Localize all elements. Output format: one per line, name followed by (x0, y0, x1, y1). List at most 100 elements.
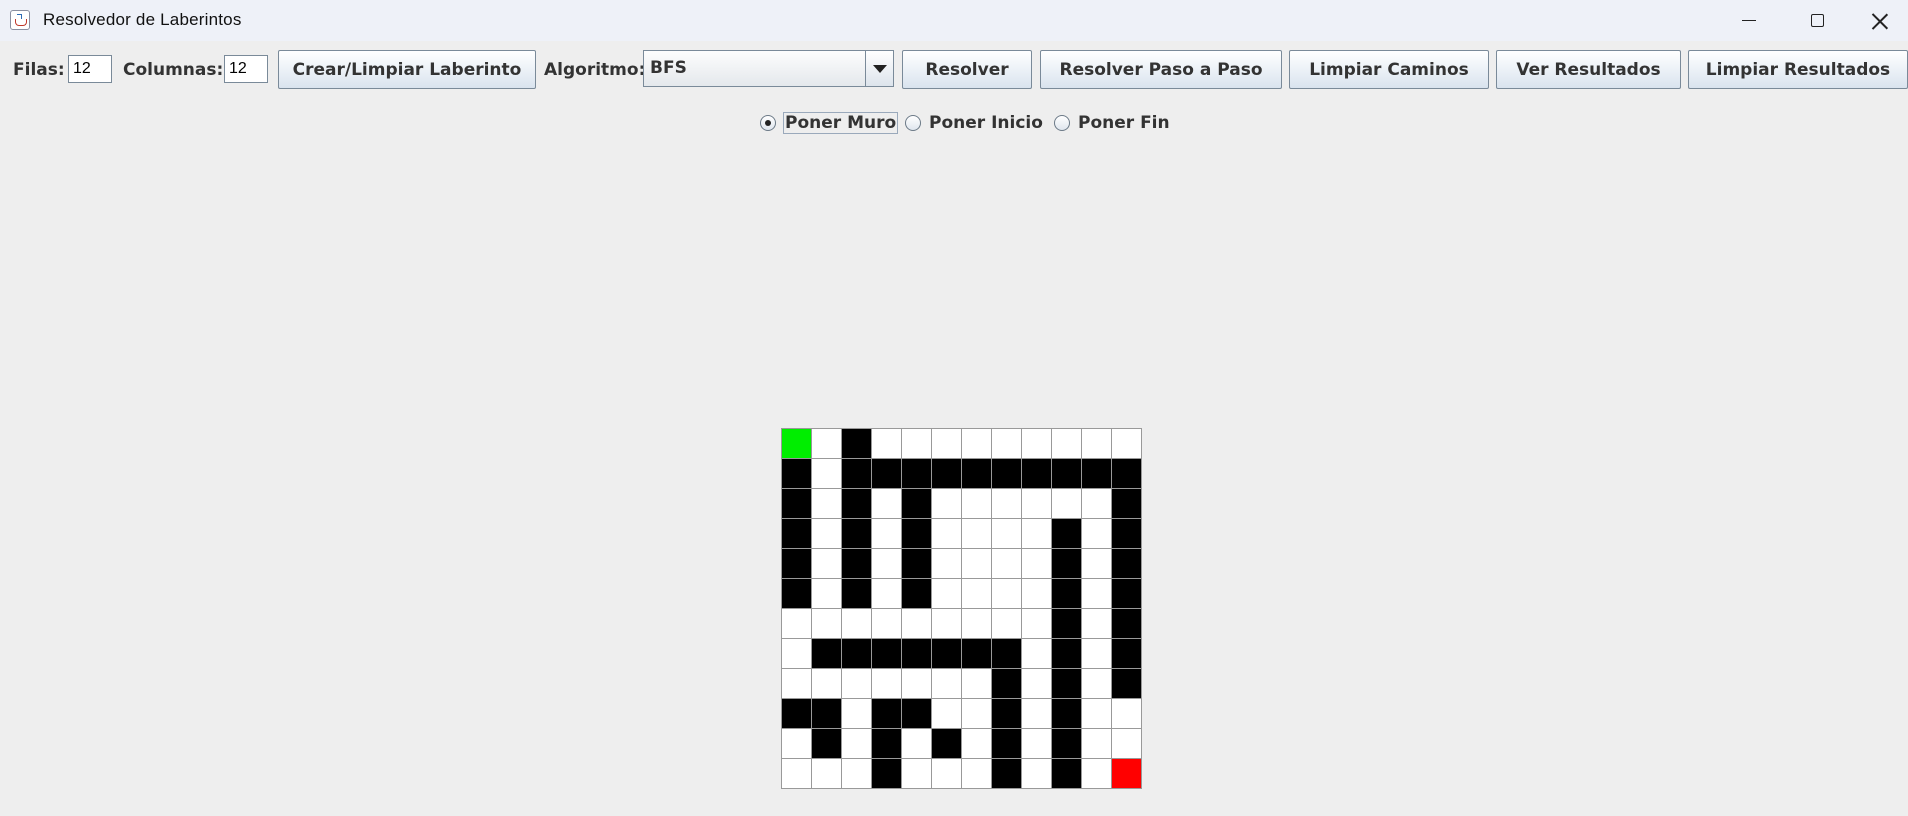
maze-cell-empty[interactable] (1052, 429, 1082, 459)
maze-cell-empty[interactable] (932, 699, 962, 729)
algoritmo-select[interactable]: BFS (643, 50, 894, 87)
limpiar-resultados-button[interactable]: Limpiar Resultados (1688, 50, 1908, 89)
maze-cell-empty[interactable] (1022, 489, 1052, 519)
maze-cell-wall[interactable] (842, 459, 872, 489)
maze-cell-wall[interactable] (932, 459, 962, 489)
maze-cell-empty[interactable] (962, 729, 992, 759)
maze-cell-wall[interactable] (1052, 699, 1082, 729)
maze-cell-empty[interactable] (1112, 729, 1142, 759)
maze-cell-wall[interactable] (1112, 609, 1142, 639)
maze-cell-wall[interactable] (1112, 519, 1142, 549)
maze-cell-empty[interactable] (1022, 519, 1052, 549)
maze-cell-wall[interactable] (902, 699, 932, 729)
maze-cell-wall[interactable] (1022, 459, 1052, 489)
maze-cell-empty[interactable] (962, 609, 992, 639)
maze-cell-wall[interactable] (782, 519, 812, 549)
maze-cell-wall[interactable] (902, 489, 932, 519)
maze-cell-empty[interactable] (872, 429, 902, 459)
maze-cell-wall[interactable] (1112, 579, 1142, 609)
maze-cell-empty[interactable] (1082, 639, 1112, 669)
maze-cell-wall[interactable] (842, 519, 872, 549)
maze-cell-wall[interactable] (992, 639, 1022, 669)
maze-cell-empty[interactable] (872, 549, 902, 579)
radio-poner-fin[interactable]: Poner Fin (1054, 111, 1171, 135)
maze-cell-empty[interactable] (812, 669, 842, 699)
maze-cell-wall[interactable] (932, 729, 962, 759)
maze-cell-empty[interactable] (812, 519, 842, 549)
radio-button[interactable] (1054, 115, 1070, 131)
maze-cell-wall[interactable] (842, 489, 872, 519)
maze-cell-wall[interactable] (992, 729, 1022, 759)
maze-cell-wall[interactable] (842, 639, 872, 669)
crear-limpiar-laberinto-button[interactable]: Crear/Limpiar Laberinto (278, 50, 536, 89)
maze-cell-empty[interactable] (812, 549, 842, 579)
maze-cell-empty[interactable] (842, 729, 872, 759)
maze-cell-wall[interactable] (1052, 639, 1082, 669)
maze-cell-empty[interactable] (782, 759, 812, 789)
maze-cell-wall[interactable] (1052, 519, 1082, 549)
maze-cell-wall[interactable] (812, 699, 842, 729)
maze-cell-empty[interactable] (1022, 699, 1052, 729)
maze-cell-wall[interactable] (782, 489, 812, 519)
maze-cell-start[interactable] (782, 429, 812, 459)
maze-cell-empty[interactable] (1082, 429, 1112, 459)
maze-cell-wall[interactable] (992, 699, 1022, 729)
maze-cell-empty[interactable] (1022, 639, 1052, 669)
maze-cell-empty[interactable] (782, 639, 812, 669)
maze-cell-empty[interactable] (992, 609, 1022, 639)
ver-resultados-button[interactable]: Ver Resultados (1496, 50, 1681, 89)
maze-cell-empty[interactable] (962, 669, 992, 699)
maze-cell-wall[interactable] (872, 639, 902, 669)
maze-cell-empty[interactable] (962, 579, 992, 609)
maze-cell-empty[interactable] (872, 579, 902, 609)
maze-cell-empty[interactable] (842, 699, 872, 729)
maze-cell-empty[interactable] (932, 429, 962, 459)
maze-cell-wall[interactable] (992, 459, 1022, 489)
maze-cell-empty[interactable] (872, 669, 902, 699)
maze-cell-empty[interactable] (902, 609, 932, 639)
maze-cell-empty[interactable] (1022, 759, 1052, 789)
maze-cell-wall[interactable] (872, 759, 902, 789)
maze-cell-wall[interactable] (992, 669, 1022, 699)
maze-cell-wall[interactable] (902, 549, 932, 579)
maze-cell-empty[interactable] (872, 489, 902, 519)
maze-cell-wall[interactable] (1052, 669, 1082, 699)
maze-cell-empty[interactable] (902, 759, 932, 789)
maze-cell-empty[interactable] (1082, 489, 1112, 519)
maze-cell-empty[interactable] (1082, 759, 1112, 789)
maze-cell-empty[interactable] (1022, 609, 1052, 639)
maze-cell-empty[interactable] (812, 429, 842, 459)
maze-cell-empty[interactable] (1022, 729, 1052, 759)
maze-cell-empty[interactable] (1112, 699, 1142, 729)
maze-cell-empty[interactable] (1022, 429, 1052, 459)
maze-cell-empty[interactable] (1082, 729, 1112, 759)
maze-cell-wall[interactable] (902, 639, 932, 669)
maze-cell-empty[interactable] (812, 609, 842, 639)
maze-cell-empty[interactable] (992, 579, 1022, 609)
maze-cell-empty[interactable] (962, 549, 992, 579)
maze-cell-empty[interactable] (782, 729, 812, 759)
maze-cell-wall[interactable] (1052, 729, 1082, 759)
maze-cell-empty[interactable] (1082, 669, 1112, 699)
maze-cell-wall[interactable] (962, 459, 992, 489)
maze-cell-empty[interactable] (962, 699, 992, 729)
maze-cell-wall[interactable] (1052, 459, 1082, 489)
maze-cell-empty[interactable] (842, 669, 872, 699)
radio-poner-muro[interactable]: Poner Muro (760, 111, 899, 135)
maze-cell-empty[interactable] (1022, 549, 1052, 579)
maze-cell-empty[interactable] (1112, 429, 1142, 459)
maze-cell-empty[interactable] (1082, 549, 1112, 579)
maze-cell-wall[interactable] (1052, 609, 1082, 639)
maze-cell-empty[interactable] (902, 669, 932, 699)
maze-cell-empty[interactable] (902, 729, 932, 759)
maze-cell-wall[interactable] (902, 579, 932, 609)
maze-cell-empty[interactable] (1022, 669, 1052, 699)
maze-cell-empty[interactable] (812, 489, 842, 519)
maze-grid[interactable] (781, 428, 1142, 789)
maze-cell-empty[interactable] (842, 609, 872, 639)
maze-cell-wall[interactable] (1112, 459, 1142, 489)
maze-cell-wall[interactable] (992, 759, 1022, 789)
maze-cell-empty[interactable] (842, 759, 872, 789)
maze-cell-empty[interactable] (932, 759, 962, 789)
maze-cell-empty[interactable] (782, 669, 812, 699)
